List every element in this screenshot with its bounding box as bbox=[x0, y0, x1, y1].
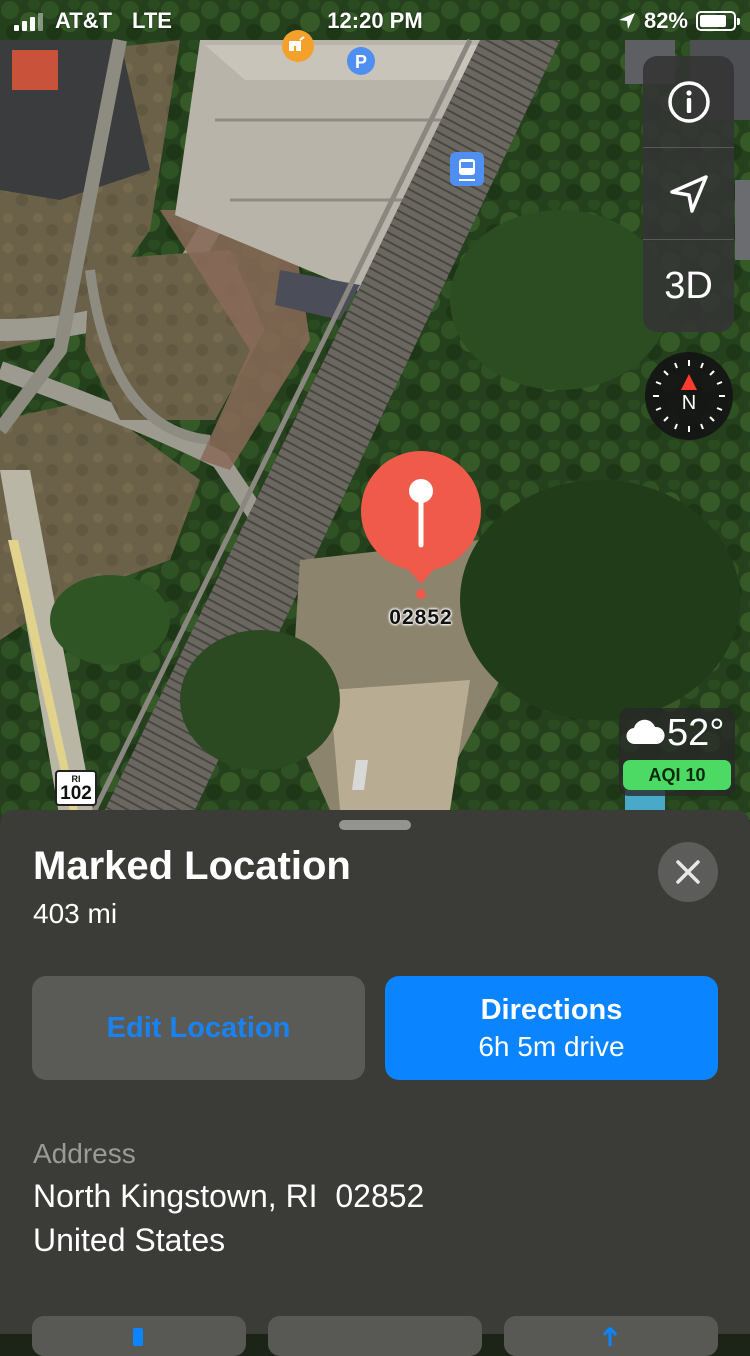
info-button[interactable] bbox=[643, 56, 734, 148]
pin-label: 02852 bbox=[389, 606, 453, 629]
directions-label: Directions bbox=[480, 993, 623, 1026]
train-station-icon[interactable] bbox=[450, 152, 484, 186]
location-arrow-icon bbox=[669, 174, 708, 213]
sheet-grabber[interactable] bbox=[339, 820, 411, 830]
satellite-imagery: P bbox=[0, 0, 750, 820]
place-card: Marked Location 403 mi Edit Location Dir… bbox=[0, 810, 750, 1356]
place-distance: 403 mi bbox=[33, 898, 118, 929]
compass[interactable]: N bbox=[645, 352, 733, 440]
place-title: Marked Location bbox=[33, 844, 351, 888]
cloud-icon bbox=[626, 719, 665, 745]
location-services-icon bbox=[618, 13, 635, 29]
temperature: 52° bbox=[667, 712, 725, 754]
compass-north-label: N bbox=[681, 392, 697, 414]
share-icon bbox=[602, 1327, 618, 1346]
map-controls: 3D bbox=[643, 56, 734, 332]
parking-icon[interactable]: P bbox=[347, 47, 375, 75]
directions-button[interactable]: Directions 6h 5m drive bbox=[385, 976, 718, 1080]
track-location-button[interactable] bbox=[643, 148, 734, 240]
aqi-badge: AQI 10 bbox=[623, 760, 731, 790]
weather-widget[interactable]: 52° AQI 10 bbox=[619, 708, 735, 796]
action-tile-1[interactable] bbox=[32, 1316, 246, 1356]
close-icon bbox=[676, 860, 700, 884]
address-line-2: United States bbox=[33, 1222, 226, 1258]
battery-icon bbox=[696, 11, 740, 31]
status-bar: AT&T LTE 12:20 PM 82% bbox=[0, 0, 750, 40]
action-tile-3[interactable] bbox=[504, 1316, 718, 1356]
battery-percent: 82% bbox=[643, 8, 688, 33]
edit-location-button[interactable]: Edit Location bbox=[32, 976, 365, 1080]
view-3d-button[interactable]: 3D bbox=[643, 240, 734, 332]
route-shield: RI 102 bbox=[55, 770, 97, 806]
phone-icon bbox=[133, 1328, 143, 1346]
close-button[interactable] bbox=[658, 842, 718, 902]
svg-text:P: P bbox=[355, 52, 367, 72]
address-line-1[interactable]: North Kingstown, RI 02852 bbox=[33, 1178, 424, 1215]
address-label: Address bbox=[33, 1138, 136, 1169]
directions-duration: 6h 5m drive bbox=[478, 1030, 625, 1062]
action-tile-2[interactable] bbox=[268, 1316, 482, 1356]
info-icon bbox=[667, 80, 710, 123]
route-number: 102 bbox=[60, 783, 92, 804]
map-view[interactable]: P 02852 RI 102 3D N 52° AQI 10 bbox=[0, 0, 750, 820]
